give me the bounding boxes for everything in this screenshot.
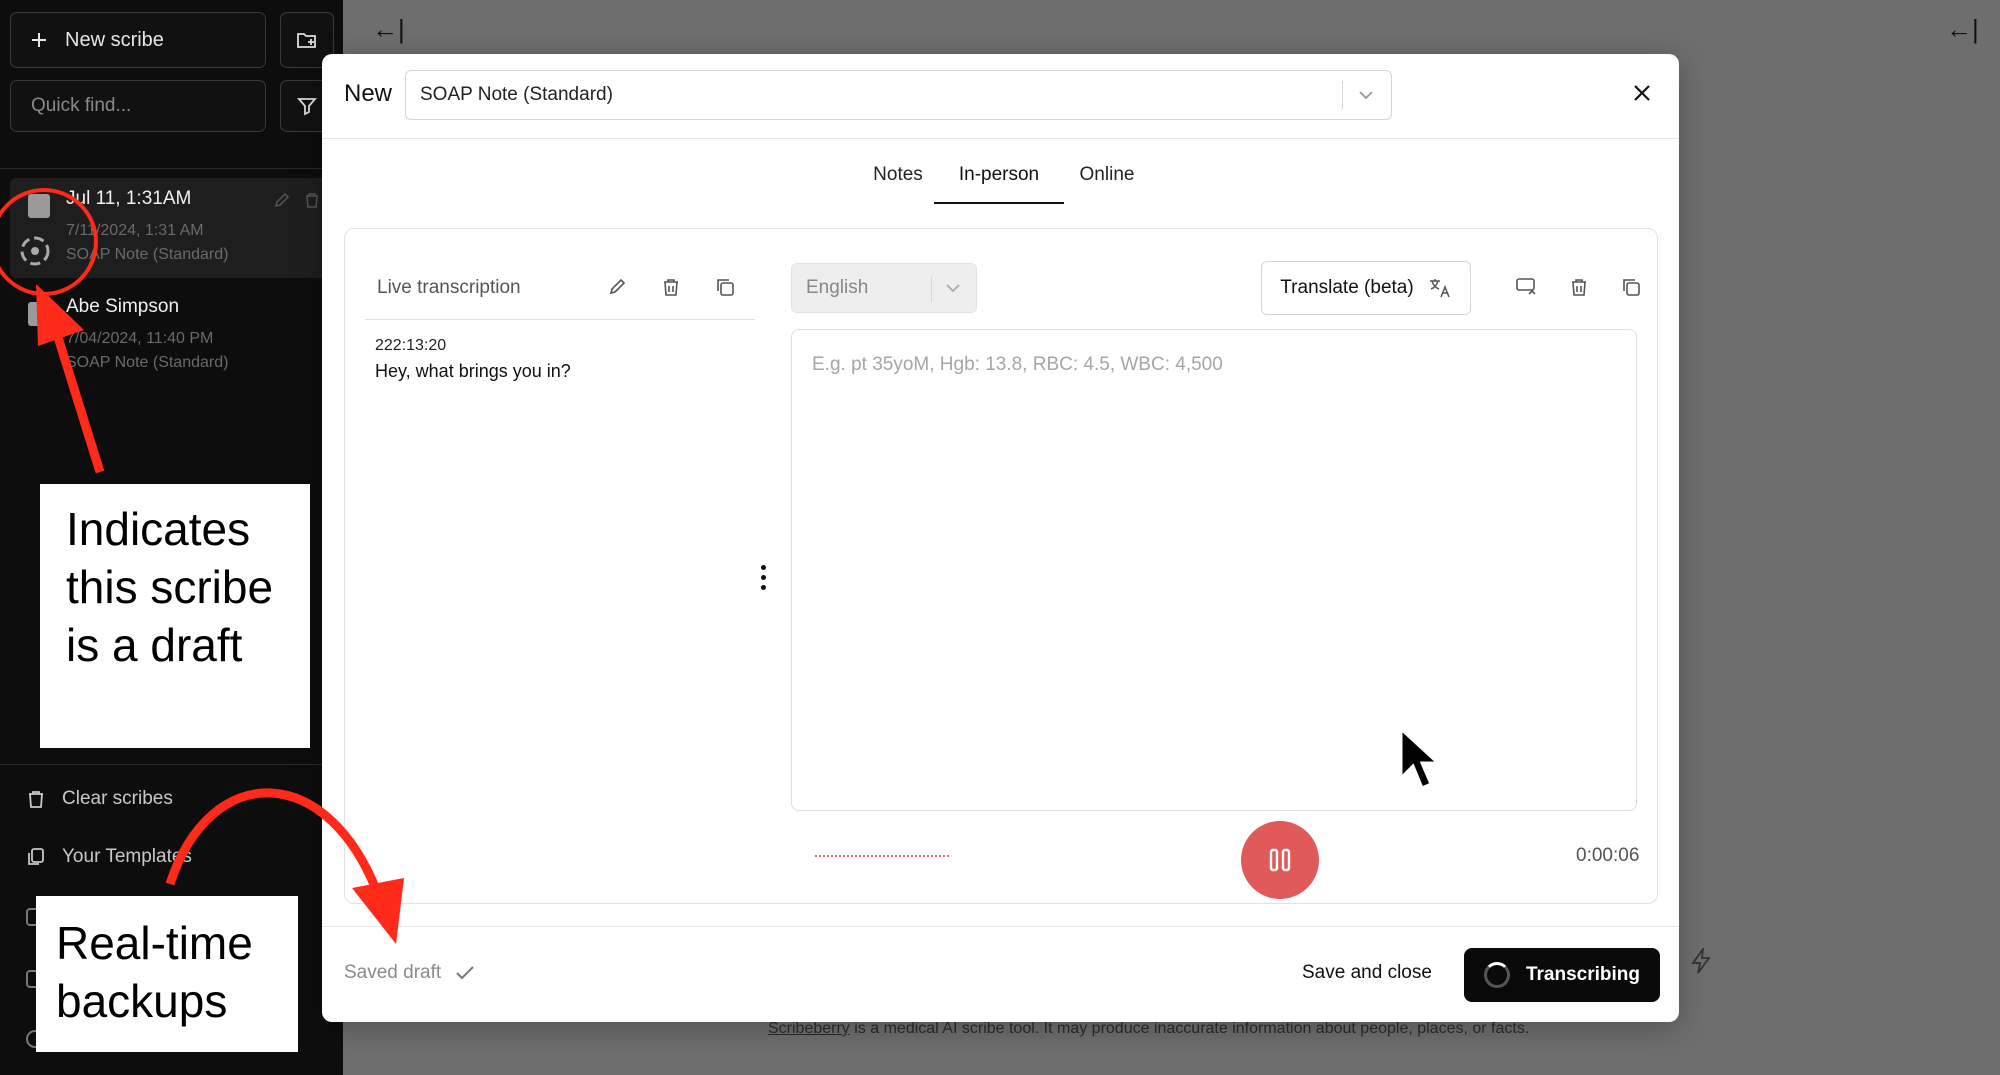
backup-callout: Real-time backups — [36, 896, 298, 1052]
draft-callout: Indicates this scribe is a draft — [40, 484, 310, 748]
arrow-to-saved-draft-head — [352, 878, 404, 944]
mouse-cursor-icon — [1399, 726, 1442, 790]
arrow-to-draft-icon — [47, 316, 105, 474]
arrow-to-saved-draft — [165, 788, 385, 902]
arrow-to-draft-icon-head — [36, 284, 84, 346]
